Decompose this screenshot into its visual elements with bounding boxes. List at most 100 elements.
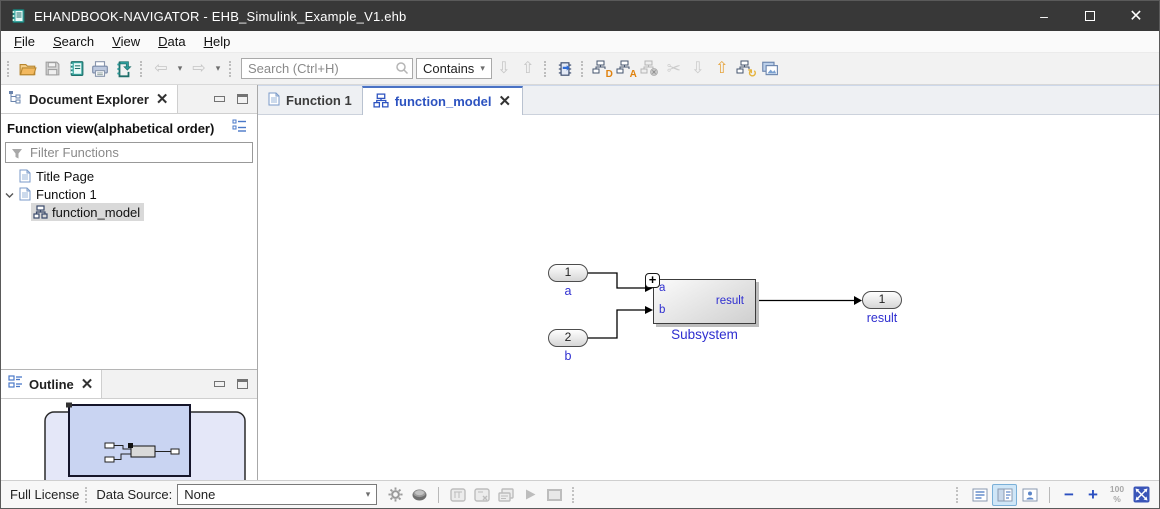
measurement-remove-button[interactable] [470,484,494,506]
menu-view[interactable]: View [103,32,149,51]
play-button[interactable] [518,484,542,506]
outline-panel: Outline ✕ [1,369,257,480]
fit-screen-button[interactable] [1129,484,1153,506]
document-explorer-tab[interactable]: Document Explorer ✕ [1,85,178,113]
images-button[interactable] [758,57,782,81]
subsystem-port-result: result [715,295,744,307]
zoom-in-button[interactable]: + [1081,484,1105,506]
tree-reload-button[interactable]: ↻ [734,57,758,81]
print-button[interactable] [88,57,112,81]
chevron-down-icon: ▾ [365,489,371,499]
close-icon[interactable]: ✕ [155,92,170,107]
contains-dropdown[interactable]: Contains ▾ [416,58,492,79]
back-history-button[interactable]: ▾ [173,57,187,81]
menu-data[interactable]: Data [149,32,194,51]
measure-layers-icon [498,487,514,502]
database-button[interactable] [407,484,431,506]
tree-view-icon [8,90,23,109]
tree-item-function-1[interactable]: Function 1 [1,185,257,203]
menu-file[interactable]: File [5,32,44,51]
left-column: Document Explorer ✕ Function view(alphab… [1,85,258,480]
minimize-button[interactable]: – [1021,1,1067,31]
expand-subsystem-badge[interactable]: + [645,273,660,288]
tree-item-title-page[interactable]: Title Page [1,167,257,185]
minimize-icon: – [1040,8,1048,24]
outline-thumbnail[interactable] [1,399,257,480]
play-icon [525,489,536,500]
inport-number: 2 [564,330,572,344]
tab-function-model[interactable]: function_model ✕ [361,86,524,115]
tree-annotation-button[interactable]: A [614,57,638,81]
export-up-button[interactable]: ⇧ [710,57,734,81]
measurement-layers-button[interactable] [494,484,518,506]
scope-up-button[interactable]: ⇧ [516,57,540,81]
split-view-icon [997,488,1012,501]
menu-search[interactable]: Search [44,32,103,51]
forward-button[interactable]: ⇨ [187,57,211,81]
open-handbook-button[interactable] [64,57,88,81]
document-icon [17,169,32,183]
split-view-button[interactable] [992,483,1017,506]
tab-function-1[interactable]: Function 1 [258,86,362,114]
statusbar: Full License Data Source: None ▾ − + 100… [1,480,1159,508]
statusbar-grip [85,486,90,503]
search-box [241,58,413,79]
inport-block-1[interactable]: 1 [548,264,588,282]
selected-tree-item: function_model [31,203,145,221]
data-source-label: Data Source: [96,487,173,502]
fit-screen-icon [1133,486,1149,503]
text-view-icon [972,488,987,501]
images-icon [762,61,779,75]
scope-down-button[interactable]: ⇩ [492,57,516,81]
search-input[interactable] [241,58,413,79]
forward-history-button[interactable]: ▾ [211,57,225,81]
editor-tabstrip: Function 1 function_model ✕ [258,85,1159,115]
inport-number: 1 [564,265,572,279]
tree-remove-button[interactable] [638,57,662,81]
zoom-100-button[interactable]: 100% [1105,484,1129,506]
chevron-down-icon: ▾ [480,63,485,73]
back-button[interactable]: ⇦ [149,57,173,81]
filter-functions-input[interactable] [5,142,253,163]
close-icon: ✕ [1129,8,1143,25]
measurement-button[interactable] [446,484,470,506]
minimize-panel-icon[interactable] [214,381,225,387]
print-icon [92,60,108,77]
menu-help[interactable]: Help [195,32,240,51]
tree-reload-icon: ↻ [736,60,757,80]
outport-block[interactable]: 1 [862,291,902,309]
maximize-panel-icon[interactable] [237,379,248,389]
model-canvas[interactable]: 1 a 2 b a b result + Subsystem 1 result [258,115,1159,480]
model-navigation-button[interactable] [553,57,577,81]
back-icon: ⇦ [154,59,168,77]
forward-icon: ⇨ [192,59,206,77]
search-icon [395,61,409,80]
settings-button[interactable] [383,484,407,506]
close-icon[interactable]: ✕ [498,94,513,109]
close-icon[interactable]: ✕ [80,377,95,392]
tab-label: function_model [394,94,492,109]
text-view-button[interactable] [967,484,992,506]
data-source-select[interactable]: None ▾ [177,484,378,505]
maximize-button[interactable] [1067,1,1113,31]
arrow-up-icon: ⇧ [715,59,729,77]
close-button[interactable]: ✕ [1113,1,1159,31]
person-view-button[interactable] [1017,484,1042,506]
outline-tab[interactable]: Outline ✕ [1,370,103,398]
save-button[interactable] [40,57,64,81]
subsystem-block[interactable]: a b result [653,279,756,324]
maximize-panel-icon[interactable] [237,94,248,104]
minimize-panel-icon[interactable] [214,96,225,102]
document-icon [17,187,32,201]
tree-display-button[interactable]: D [590,57,614,81]
cut-button[interactable]: ✂ [662,57,686,81]
tree-item-function-model[interactable]: function_model [1,203,257,221]
view-menu-icon[interactable] [232,119,251,137]
inport-block-2[interactable]: 2 [548,329,588,347]
open-button[interactable] [16,57,40,81]
import-button[interactable]: ⇩ [686,57,710,81]
chevron-expanded-icon[interactable] [5,187,14,202]
screen-button[interactable] [542,484,566,506]
close-handbook-button[interactable] [112,57,136,81]
zoom-out-button[interactable]: − [1057,484,1081,506]
